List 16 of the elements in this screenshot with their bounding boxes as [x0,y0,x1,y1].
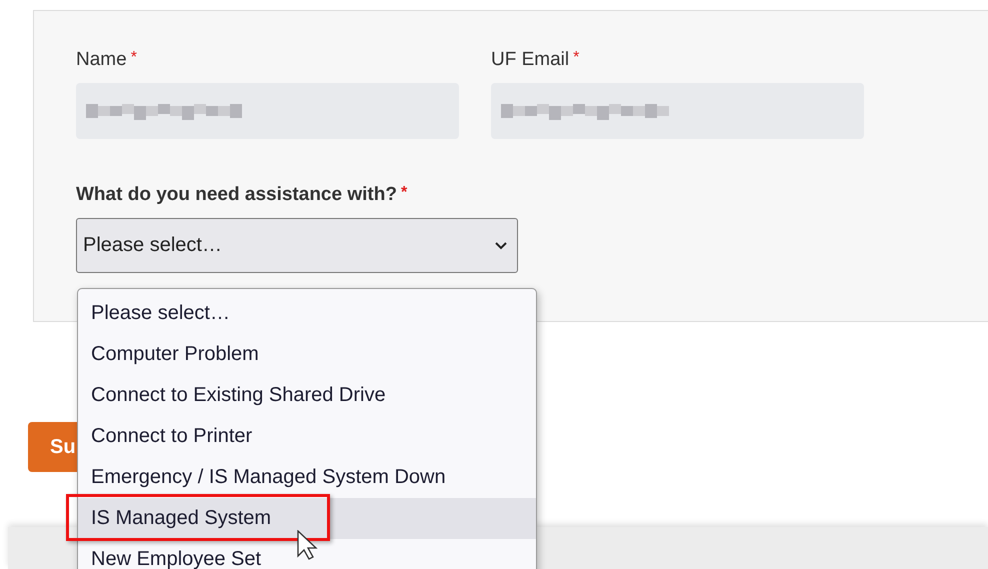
required-mark: * [400,184,408,202]
dropdown-option[interactable]: Computer Problem [78,334,536,375]
input-field[interactable] [76,83,459,139]
required-mark: * [573,49,580,67]
field-label: UF Email [491,49,570,71]
pointer-cursor-icon [297,530,318,560]
input-field[interactable] [491,83,864,139]
select-field[interactable]: Please select… [76,218,518,273]
field-label: Name [76,49,127,71]
chevron-down-icon [495,242,507,250]
dropdown-option[interactable]: Connect to Existing Shared Drive [78,375,536,416]
question-label: What do you need assistance with? [76,184,397,206]
dropdown-option[interactable]: IS Managed System [78,498,536,539]
dropdown-option[interactable]: New Employee Set [78,539,536,569]
dropdown-option[interactable]: Please select… [78,293,536,334]
required-mark: * [130,49,137,67]
